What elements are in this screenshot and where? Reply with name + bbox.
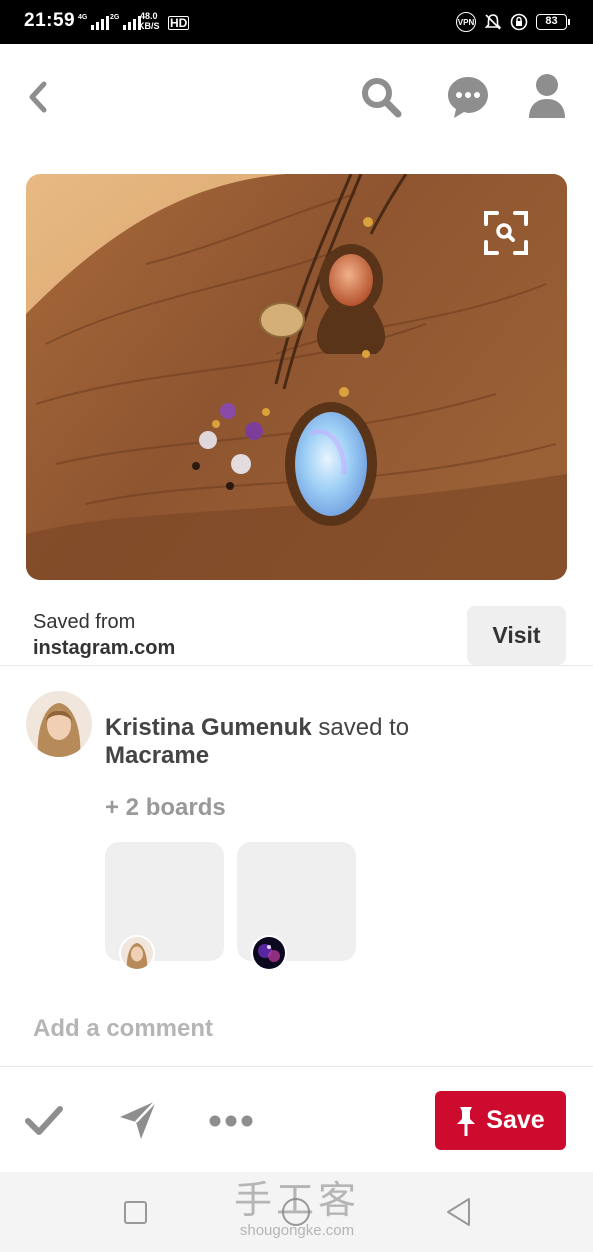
- triangle-back-icon: [447, 1198, 470, 1226]
- board-name[interactable]: Macrame: [105, 742, 209, 769]
- save-button[interactable]: Save: [435, 1091, 566, 1150]
- source-domain[interactable]: instagram.com: [33, 637, 175, 660]
- checkmark-icon: [25, 1106, 63, 1135]
- more-dots-icon: [209, 1115, 253, 1127]
- watermark-cn: 手工客: [233, 1178, 360, 1222]
- visit-button[interactable]: Visit: [467, 606, 566, 665]
- lock-rotation-icon: [510, 13, 528, 31]
- watermark: 手工客 shougongke.com: [230, 1178, 364, 1240]
- saved-to-text: saved to: [318, 714, 410, 741]
- lens-icon: [484, 211, 528, 255]
- saved-from-label: Saved from: [33, 611, 136, 633]
- bell-muted-icon: [484, 14, 502, 30]
- chevron-left-icon: [29, 81, 47, 113]
- profile-button[interactable]: [524, 72, 570, 120]
- tried-it-button[interactable]: [22, 1099, 66, 1143]
- person-icon: [529, 74, 565, 118]
- saver-name[interactable]: Kristina Gumenuk: [105, 714, 312, 741]
- divider: [0, 1066, 593, 1067]
- board-owner-avatar: [119, 935, 155, 971]
- saved-from: Saved from instagram.com: [33, 611, 175, 660]
- save-label: Save: [486, 1106, 545, 1134]
- search-button[interactable]: [358, 74, 404, 120]
- signal-icon: 4G: [78, 14, 110, 30]
- avatar[interactable]: [26, 691, 92, 757]
- more-options-button[interactable]: [205, 1106, 257, 1136]
- pushpin-icon: [457, 1106, 476, 1136]
- chat-bubble-icon: [448, 77, 488, 118]
- send-icon: [120, 1100, 157, 1139]
- divider: [0, 665, 593, 666]
- visual-search-button[interactable]: [483, 210, 529, 256]
- board-owner-avatar: [251, 935, 287, 971]
- watermark-en: shougongke.com: [239, 1222, 355, 1239]
- send-button[interactable]: [116, 1097, 162, 1143]
- signal-icon: 2G: [110, 14, 142, 30]
- hd-icon: HD: [168, 16, 190, 30]
- avatar-photo: [26, 691, 92, 757]
- back-button[interactable]: [22, 78, 54, 116]
- add-comment-input[interactable]: Add a comment: [33, 1015, 213, 1043]
- saver-line: Kristina Gumenuk saved to Macrame: [105, 714, 565, 770]
- network-speed: 48.0 KB/S: [138, 11, 160, 31]
- clock: 21:59: [24, 10, 76, 31]
- messages-button[interactable]: [445, 74, 491, 120]
- search-icon: [362, 78, 402, 118]
- status-bar: 21:59 4G 2G 48.0 KB/S HD VPN 83: [0, 0, 593, 44]
- battery-icon: 83: [536, 14, 570, 30]
- vpn-icon: VPN: [456, 12, 476, 32]
- system-back-button[interactable]: [444, 1196, 474, 1228]
- recent-apps-button[interactable]: [124, 1201, 147, 1224]
- more-boards-link[interactable]: + 2 boards: [105, 794, 226, 822]
